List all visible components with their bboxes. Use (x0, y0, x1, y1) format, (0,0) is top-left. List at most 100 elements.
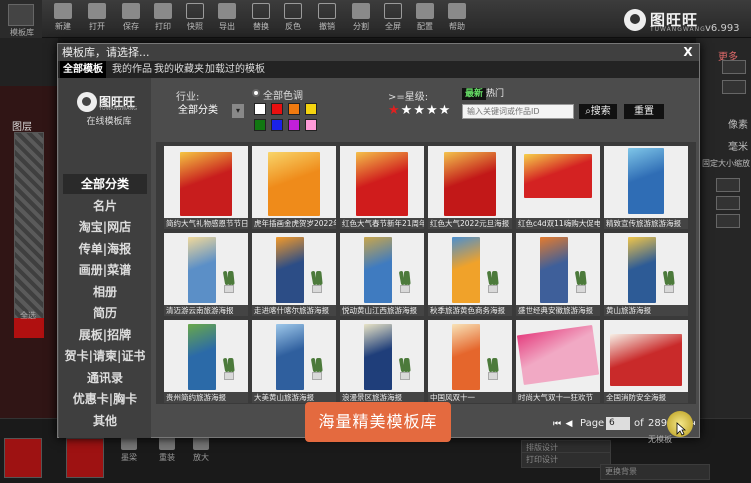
category-item[interactable]: 淘宝|网店 (63, 217, 147, 237)
replace-icon (252, 3, 270, 19)
tab-all-templates[interactable]: 全部模板 (60, 61, 106, 78)
bottom-right-row-3[interactable]: 更换背景 (600, 464, 710, 480)
prev-page-button[interactable]: ◀ (564, 418, 574, 430)
plant-pot (224, 285, 234, 293)
template-tile[interactable]: 黄山旅游海报 (604, 233, 688, 316)
toolbar-invert-button[interactable]: 反色 (278, 3, 308, 37)
bottom-tool-1[interactable]: 墨梁 (118, 436, 140, 470)
toolbar-print-button[interactable]: 打印 (148, 3, 178, 37)
template-tile[interactable]: 走进喀什喀尔旅游海报 (252, 233, 336, 316)
search-button[interactable]: ⌕搜索 (579, 104, 617, 119)
template-tile[interactable]: 浪漫景区旅游海报 (340, 320, 424, 403)
app-logo-icon (8, 4, 34, 26)
color-swatch[interactable] (254, 103, 266, 115)
template-tile[interactable]: 红色大气春节新年21周年 (340, 146, 424, 229)
color-swatch[interactable] (288, 119, 300, 131)
toolbar-config-button[interactable]: 配置 (410, 3, 440, 37)
template-tile[interactable]: 贵州简约旅游海报 (164, 320, 248, 403)
toolbar-fullscreen-button[interactable]: 全屏 (378, 3, 408, 37)
page-thumbnail-2[interactable] (66, 438, 104, 478)
toolbar-help-button[interactable]: 帮助 (442, 3, 472, 37)
panel-field-4[interactable] (716, 196, 740, 210)
layer-thumbnail[interactable] (14, 318, 44, 338)
panel-field-1[interactable] (722, 60, 746, 74)
sort-newest-button[interactable]: 最新 (462, 88, 487, 100)
category-item[interactable]: 全部分类 (63, 174, 147, 194)
tab-my-works[interactable]: 我的作品 (109, 61, 155, 78)
color-swatch[interactable] (288, 103, 300, 115)
category-item[interactable]: 简历 (63, 303, 147, 323)
template-tile[interactable]: 大美黄山旅游海报 (252, 320, 336, 403)
toolbar-split-button[interactable]: 分割 (346, 3, 376, 37)
category-item[interactable]: 展板|招牌 (63, 325, 147, 345)
template-tile[interactable]: 盛世经典安徽旅游海报 (516, 233, 600, 316)
toolbar-snapshot-button[interactable]: 快照 (180, 3, 210, 37)
panel-field-5[interactable] (716, 214, 740, 228)
template-thumbnail (444, 152, 496, 216)
first-page-button[interactable]: ⏮ (552, 418, 562, 430)
template-tile[interactable]: 秋季旅游黄色商务海报 (428, 233, 512, 316)
template-tile[interactable]: 简约大气礼物感恩节节日 (164, 146, 248, 229)
industry-select[interactable]: 全部分类 ▾ (178, 103, 244, 119)
category-item[interactable]: 通讯录 (63, 368, 147, 388)
reset-button[interactable]: 重置 (624, 104, 664, 119)
panel-field-2[interactable] (722, 80, 746, 94)
template-tile[interactable]: 红色大气2022元旦海报 (428, 146, 512, 229)
star-icon[interactable]: ★ (401, 103, 414, 118)
page-thumbnail-1[interactable] (4, 438, 42, 478)
toolbar-new-button[interactable]: 新建 (48, 3, 78, 37)
star-icon[interactable]: ★ (439, 103, 452, 118)
panel-field-3[interactable] (716, 178, 740, 192)
toolbar-open-button[interactable]: 打开 (82, 3, 112, 37)
all-colors-label: 全部色调 (263, 91, 303, 102)
category-item[interactable]: 贺卡|请柬|证书 (63, 346, 147, 366)
template-tile[interactable]: 中国风双十一 (428, 320, 512, 403)
color-swatch[interactable] (271, 119, 283, 131)
category-item[interactable]: 名片 (63, 196, 147, 216)
template-tile[interactable]: 全国消防安全海报 (604, 320, 688, 403)
search-input[interactable] (462, 104, 574, 119)
dialog-close-button[interactable]: X (681, 44, 695, 61)
star-icon[interactable]: ★ (413, 103, 426, 118)
star-icon[interactable]: ★ (426, 103, 439, 118)
toolbar-export-button[interactable]: 导出 (212, 3, 242, 37)
sort-hot-button[interactable]: 热门 (486, 88, 504, 100)
template-tile[interactable]: 清迈游云南旅游海报 (164, 233, 248, 316)
category-item[interactable]: 传单|海报 (63, 239, 147, 259)
category-item[interactable]: 优惠卡|胸卡 (63, 389, 147, 409)
template-tile[interactable]: 精致宣传旅游旅游海报 (604, 146, 688, 229)
tab-my-favorites[interactable]: 我的收藏夹 (151, 61, 207, 78)
color-swatch[interactable] (254, 119, 266, 131)
color-swatch[interactable] (271, 103, 283, 115)
template-thumbnail (276, 237, 304, 303)
color-swatch[interactable] (305, 119, 317, 131)
page-number-input[interactable]: 6 (606, 417, 630, 430)
category-item[interactable]: 相册 (63, 282, 147, 302)
template-caption: 时尚大气双十一狂欢节 (516, 392, 600, 403)
plant-pot (664, 285, 674, 293)
layers-list[interactable] (14, 132, 44, 332)
category-item[interactable]: 其他 (63, 411, 147, 431)
template-tile[interactable]: 虎年插画金虎贺岁2022年 (252, 146, 336, 229)
category-item[interactable]: 画册|菜谱 (63, 260, 147, 280)
template-thumbnail (188, 237, 216, 303)
star-rating-filter[interactable]: ★★★★★ (388, 103, 451, 118)
bottom-tool-2[interactable]: 重装 (156, 436, 178, 470)
toolbar-replace-button[interactable]: 替换 (246, 3, 276, 37)
template-tile[interactable]: 时尚大气双十一狂欢节 (516, 320, 600, 403)
all-colors-radio[interactable] (252, 89, 260, 97)
bottom-right-row-2[interactable]: 打印设计 (521, 452, 611, 468)
select-all-label[interactable]: 全选 (20, 310, 36, 321)
toolbar-save-button[interactable]: 保存 (116, 3, 146, 37)
main-toolbar: 模板库 新建 打开 保存 打印 快照 导出 替换 反色 撤销 分割 全屏 配置 … (0, 0, 751, 38)
star-icon[interactable]: ★ (388, 103, 401, 118)
app-version: v6.993 (705, 23, 740, 34)
scissors-icon (318, 3, 336, 19)
template-tile[interactable]: 红色c4d双11嗨购大促电 (516, 146, 600, 229)
tab-loaded-templates[interactable]: 加载过的模板 (202, 61, 268, 78)
template-tile[interactable]: 悦动黄山江西旅游海报 (340, 233, 424, 316)
color-swatch[interactable] (305, 103, 317, 115)
bottom-tool-3[interactable]: 放大 (190, 436, 212, 470)
plant-leaf (493, 270, 499, 286)
toolbar-undo-button[interactable]: 撤销 (312, 3, 342, 37)
